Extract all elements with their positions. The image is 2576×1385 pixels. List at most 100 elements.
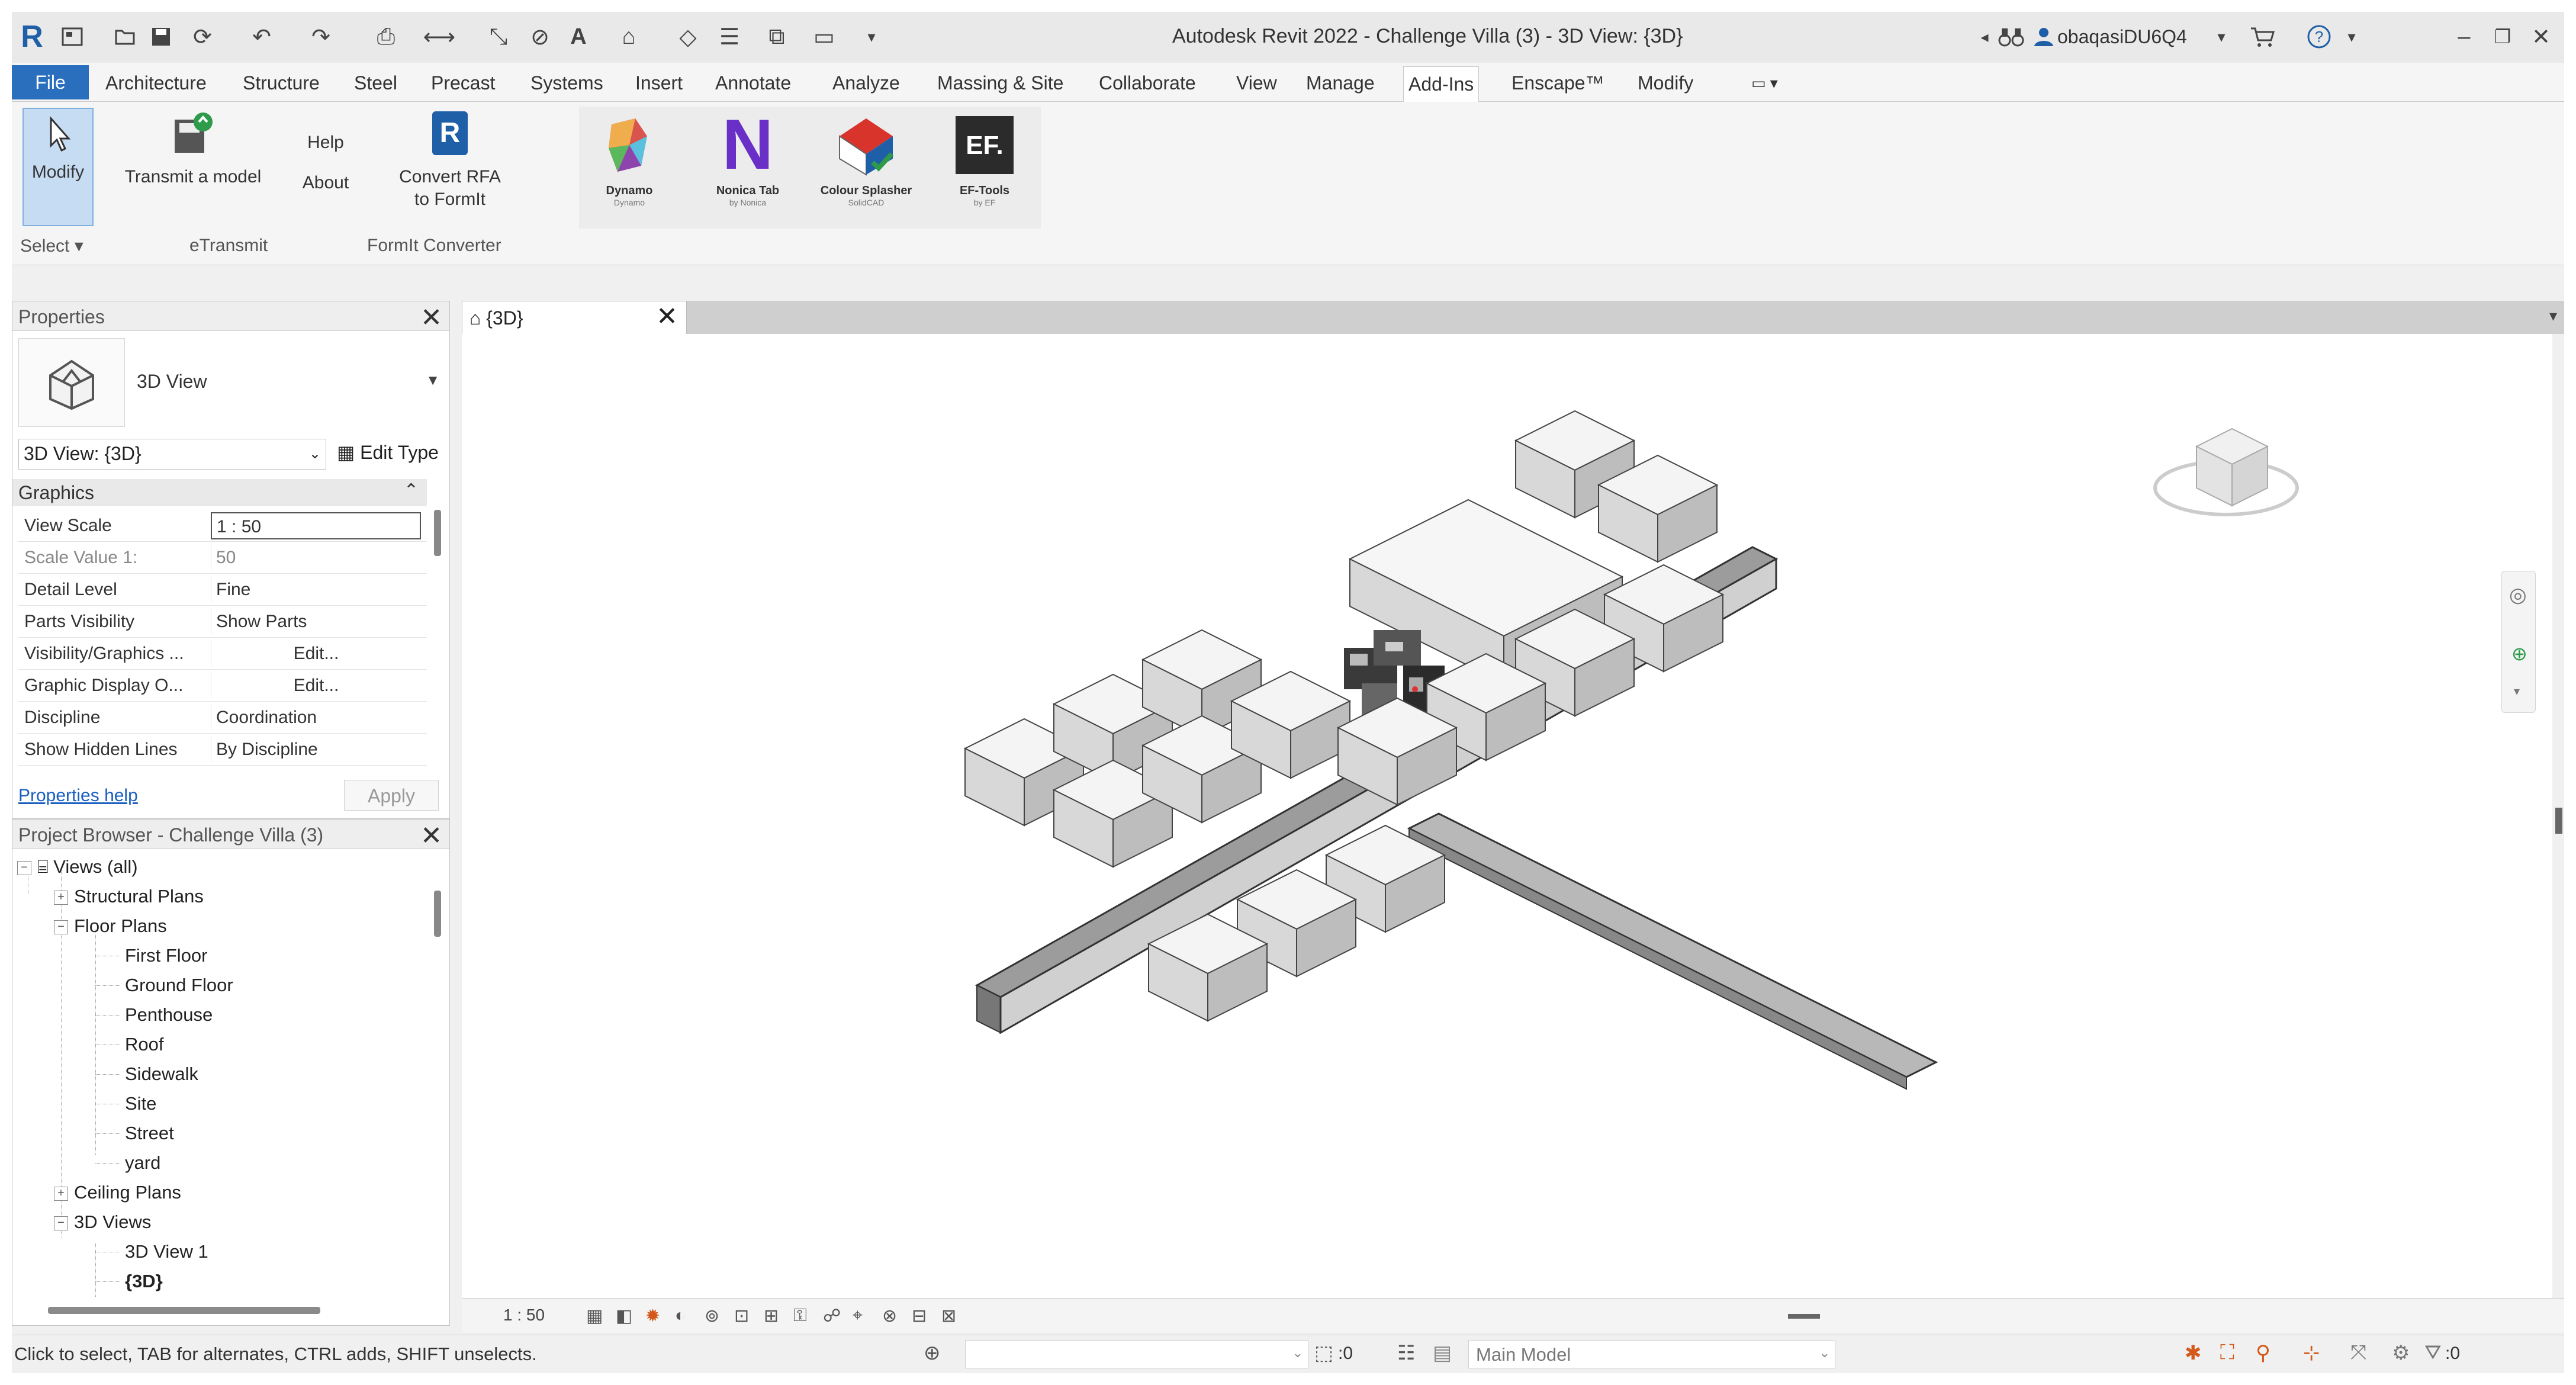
select-links-icon[interactable]: ✱	[2185, 1341, 2202, 1365]
collapse-toggle-icon[interactable]: −	[54, 920, 68, 934]
undo-icon[interactable]: ↶	[249, 23, 275, 51]
tree-item-ground-floor[interactable]: Ground Floor	[125, 975, 233, 996]
view-scale-input[interactable]: 1 : 50	[211, 512, 421, 539]
cart-icon[interactable]	[2250, 23, 2276, 51]
workset-select[interactable]: ⌄	[965, 1340, 1308, 1368]
graphics-section-header[interactable]: Graphics ⌃	[12, 479, 427, 506]
chevron-left-icon[interactable]: ◂	[1972, 23, 1998, 51]
view-tab-3d[interactable]: ⌂ {3D} ✕	[462, 301, 687, 334]
ribbon-display-toggle-icon[interactable]: ▭ ▾	[1747, 70, 1783, 96]
project-browser-hscroll[interactable]	[48, 1307, 320, 1314]
tab-massing-site[interactable]: Massing & Site	[932, 70, 1068, 96]
crop-view-icon[interactable]: ⊡	[734, 1306, 749, 1326]
collapse-toggle-icon[interactable]: −	[54, 1216, 68, 1230]
tab-steel[interactable]: Steel	[349, 70, 402, 96]
tab-file[interactable]: File	[12, 65, 89, 99]
editable-only-icon[interactable]: ⬚	[1314, 1341, 1333, 1365]
view-tab-close-icon[interactable]: ✕	[656, 301, 678, 332]
tree-node-structural-plans[interactable]: + Structural Plans	[54, 886, 204, 907]
thin-lines-icon[interactable]: ☰	[716, 23, 742, 51]
apply-button[interactable]: Apply	[344, 780, 439, 811]
filter-icon[interactable]: ⛛	[2424, 1341, 2442, 1364]
transmit-model-button[interactable]: Transmit a model	[116, 108, 270, 188]
help-icon[interactable]: ?	[2306, 23, 2332, 51]
text-icon[interactable]: A	[565, 23, 591, 51]
switch-windows-icon[interactable]: ▭	[811, 23, 837, 51]
tab-architecture[interactable]: Architecture	[101, 70, 211, 96]
navigation-bar[interactable]: ◎ ⊕ ▾	[2501, 571, 2536, 713]
properties-scrollbar[interactable]	[434, 510, 441, 556]
project-browser-vscroll[interactable]	[434, 891, 441, 937]
home-icon[interactable]	[59, 23, 85, 51]
tab-structure[interactable]: Structure	[238, 70, 324, 96]
project-browser-close-icon[interactable]: ✕	[420, 821, 442, 851]
canvas-hscroll-thumb[interactable]	[1788, 1314, 1820, 1319]
tab-insert[interactable]: Insert	[631, 70, 687, 96]
worksharing-icon[interactable]: ⊗	[882, 1306, 897, 1326]
modify-button[interactable]: Modify	[22, 108, 94, 226]
zoom-icon[interactable]: ⊕	[2511, 642, 2527, 665]
exclude-options-icon[interactable]: ▤	[1433, 1341, 1452, 1365]
tree-node-3d-views[interactable]: −3D Views	[54, 1212, 151, 1233]
tab-modify[interactable]: Modify	[1633, 70, 1698, 96]
visibility-graphics-edit-button[interactable]: Edit...	[211, 640, 421, 667]
tab-enscape[interactable]: Enscape™	[1507, 70, 1609, 96]
canvas-vscroll[interactable]	[2554, 334, 2564, 1298]
3d-view-icon[interactable]: ⌂	[616, 23, 642, 51]
revit-logo-icon[interactable]: R	[19, 20, 45, 54]
colour-splasher-button[interactable]: Colour Splasher SolidCAD	[816, 113, 916, 207]
nonica-tab-button[interactable]: N Nonica Tab by Nonica	[697, 105, 798, 207]
select-by-face-icon[interactable]: ⊹	[2303, 1341, 2320, 1365]
tab-add-ins[interactable]: Add-Ins	[1403, 66, 1480, 102]
tree-item-3d-current[interactable]: {3D}	[125, 1271, 163, 1292]
type-dropdown-icon[interactable]: ▼	[426, 372, 440, 389]
graphic-display-edit-button[interactable]: Edit...	[211, 672, 421, 699]
lock-view-icon[interactable]: ⚿	[793, 1306, 807, 1326]
background-process-icon[interactable]: ⚙	[2392, 1341, 2410, 1365]
parts-visibility-select[interactable]: Show Parts	[211, 608, 421, 635]
view-instance-select[interactable]: 3D View: {3D} ⌄	[18, 439, 326, 470]
tab-systems[interactable]: Systems	[526, 70, 608, 96]
select-underlay-icon[interactable]: ⛶	[2220, 1341, 2234, 1364]
binoculars-icon[interactable]	[1998, 23, 2024, 51]
about-button[interactable]: About	[290, 172, 361, 194]
tab-view[interactable]: View	[1231, 70, 1282, 96]
select-pinned-icon[interactable]: ⚲	[2256, 1341, 2271, 1365]
hidden-lines-select[interactable]: By Discipline	[211, 736, 421, 763]
dynamo-button[interactable]: Dynamo Dynamo	[579, 113, 680, 207]
user-menu-chevron-icon[interactable]: ▾	[2208, 23, 2234, 51]
convert-rfa-button[interactable]: R Convert RFA to FormIt	[379, 108, 521, 211]
detail-level-icon[interactable]: ▦	[586, 1306, 603, 1326]
measure-icon[interactable]: ⟷	[423, 23, 455, 51]
properties-help-link[interactable]: Properties help	[18, 786, 138, 806]
expand-toggle-icon[interactable]: +	[54, 1186, 68, 1201]
tab-precast[interactable]: Precast	[426, 70, 500, 96]
tree-node-views-all[interactable]: − ⌸ Views (all)	[17, 856, 138, 878]
visual-style-icon[interactable]: ◧	[616, 1306, 632, 1326]
select-panel-dropdown[interactable]: Select ▾	[20, 236, 83, 256]
tree-item-site[interactable]: Site	[125, 1093, 156, 1114]
tab-analyze[interactable]: Analyze	[828, 70, 905, 96]
3d-view-canvas[interactable]: ◎ ⊕ ▾	[462, 334, 2552, 1298]
viewcube[interactable]	[2149, 411, 2303, 529]
highlight-displacement-icon[interactable]: ⊠	[941, 1306, 956, 1326]
expand-toggle-icon[interactable]: +	[54, 890, 68, 905]
collapse-icon[interactable]: ⌃	[404, 480, 419, 501]
minimize-icon[interactable]: –	[2451, 23, 2477, 51]
open-icon[interactable]	[112, 23, 139, 51]
help-menu-chevron-icon[interactable]: ▾	[2339, 23, 2365, 51]
nav-menu-chevron-icon[interactable]: ▾	[2514, 684, 2520, 699]
close-icon[interactable]: ✕	[2528, 23, 2554, 51]
restore-icon[interactable]: ❐	[2490, 23, 2516, 51]
tag-icon[interactable]: ⊘	[527, 23, 553, 51]
reveal-hidden-icon[interactable]: ⌖	[853, 1306, 863, 1326]
tab-annotate[interactable]: Annotate	[710, 70, 796, 96]
tree-node-ceiling-plans[interactable]: + Ceiling Plans	[54, 1182, 181, 1203]
sync-icon[interactable]: ⟳	[189, 23, 216, 51]
user-name[interactable]: obaqasiDU6Q4	[2057, 26, 2187, 48]
shadows-icon[interactable]: ◐	[675, 1306, 686, 1326]
help-button[interactable]: Help	[290, 131, 361, 154]
dimension-icon[interactable]: ⤡	[485, 23, 512, 51]
type-selector[interactable]: 3D View ▼	[18, 338, 445, 427]
design-option-select[interactable]: Main Model ⌄	[1468, 1340, 1835, 1368]
